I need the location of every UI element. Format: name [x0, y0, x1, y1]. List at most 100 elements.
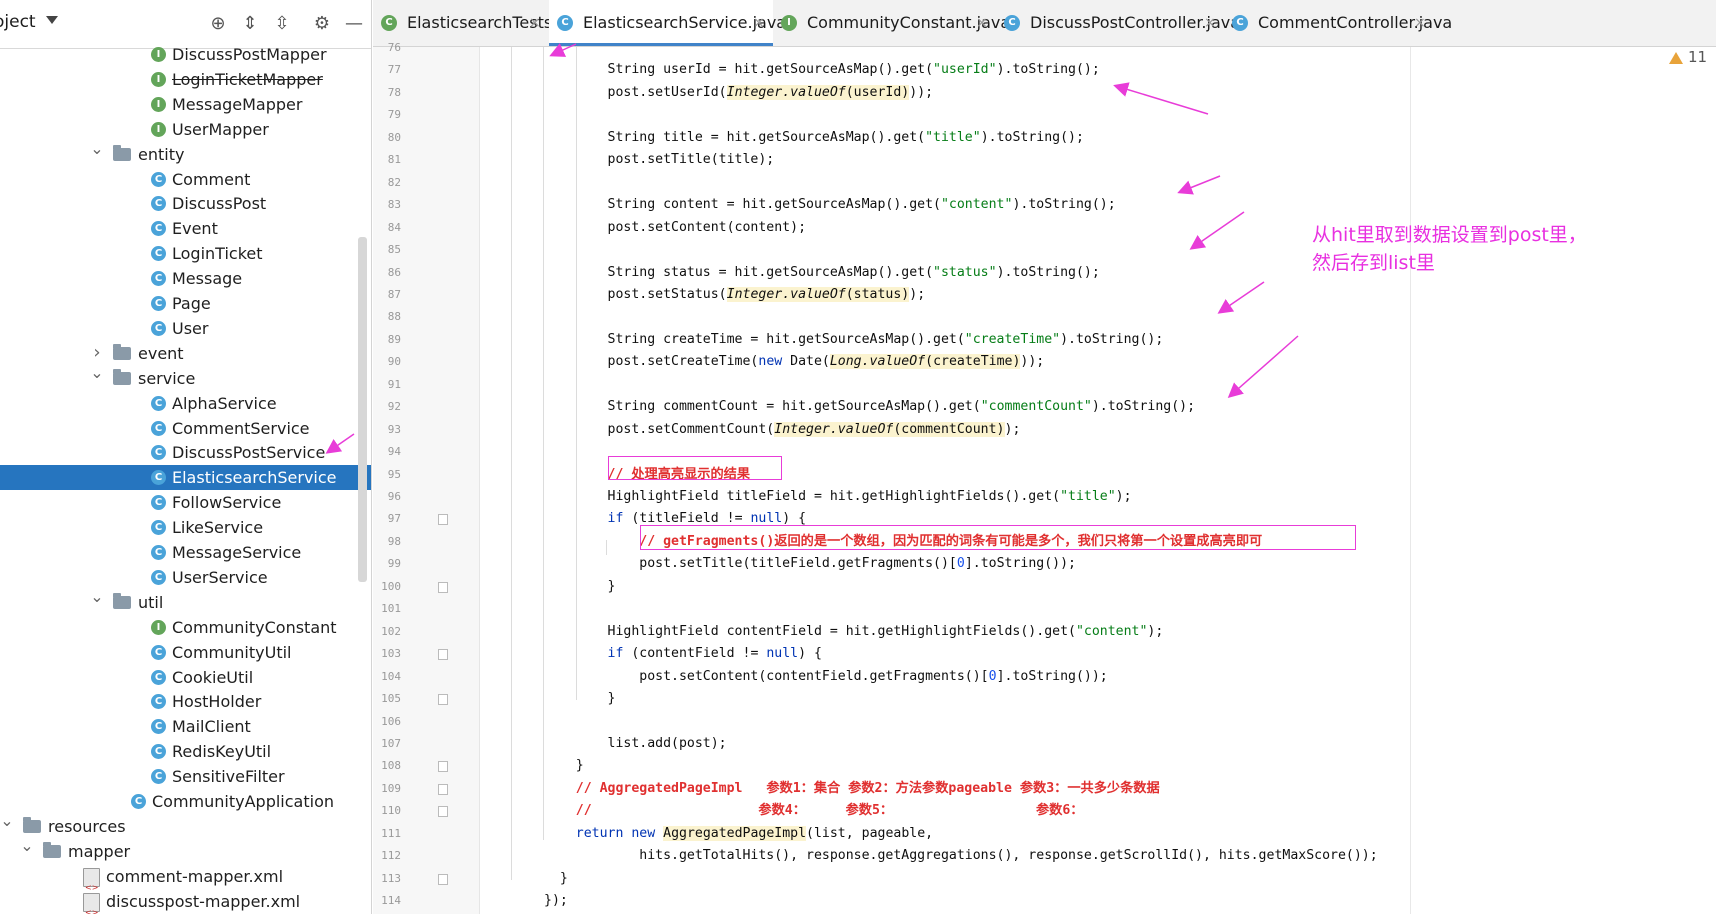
code-line[interactable]: post.setTitle(title);: [544, 149, 775, 171]
tree-item[interactable]: C CookieUtil: [0, 665, 371, 690]
close-icon[interactable]: ×: [1414, 0, 1426, 46]
chevron-down-icon[interactable]: [46, 16, 58, 24]
tree-item-label: comment-mapper.xml: [106, 866, 284, 886]
tree-item[interactable]: discusspost-mapper.xml: [0, 889, 371, 914]
chevron-down-icon[interactable]: ⌄: [0, 812, 14, 839]
tree-item[interactable]: C UserService: [0, 565, 371, 590]
tree-item[interactable]: I LoginTicketMapper: [0, 67, 371, 92]
code-line[interactable]: String createTime = hit.getSourceAsMap()…: [544, 329, 1164, 351]
tree-item[interactable]: C FollowService: [0, 490, 371, 515]
tree-item[interactable]: I CommunityConstant: [0, 615, 371, 640]
tree-item[interactable]: C LoginTicket: [0, 241, 371, 266]
code-line[interactable]: HighlightField contentField = hit.getHig…: [544, 621, 1164, 643]
tree-item[interactable]: C MessageService: [0, 540, 371, 565]
tree-item[interactable]: C CommunityApplication: [0, 789, 371, 814]
editor-tab[interactable]: C CommentController.java ×: [1224, 0, 1452, 46]
code-line[interactable]: return new AggregatedPageImpl(list, page…: [544, 823, 933, 845]
tree-item-label: LoginTicket: [172, 244, 263, 264]
tree-item[interactable]: C HostHolder: [0, 689, 371, 714]
fold-marker[interactable]: [438, 581, 448, 593]
code-line[interactable]: // 参数4： 参数5： 参数6：: [544, 800, 1084, 822]
tree-item[interactable]: C LikeService: [0, 515, 371, 540]
editor-tab[interactable]: C DiscussPostController.java ×: [996, 0, 1240, 46]
fold-marker[interactable]: [438, 649, 448, 661]
code-line[interactable]: }: [544, 868, 568, 890]
tree-item[interactable]: › event: [0, 341, 371, 366]
tree-item[interactable]: C User: [0, 316, 371, 341]
code-line[interactable]: }: [544, 688, 616, 710]
code-line[interactable]: post.setUserId(Integer.valueOf(userId)))…: [544, 82, 933, 104]
tree-item[interactable]: C Event: [0, 216, 371, 241]
tree-item[interactable]: C DiscussPostService: [0, 440, 371, 465]
fold-marker[interactable]: [438, 806, 448, 818]
code-line[interactable]: String userId = hit.getSourceAsMap().get…: [544, 59, 1100, 81]
chevron-down-icon[interactable]: ⌄: [90, 364, 104, 391]
tree-item[interactable]: C CommentService: [0, 416, 371, 441]
class-icon: C: [151, 395, 166, 411]
code-line[interactable]: post.setContent(content);: [544, 217, 807, 239]
close-icon[interactable]: ×: [1204, 0, 1216, 46]
tree-item[interactable]: comment-mapper.xml: [0, 864, 371, 900]
code-line[interactable]: }: [544, 755, 584, 777]
line-number: 110: [381, 804, 401, 818]
expand-all-icon[interactable]: ⇕: [238, 12, 262, 36]
code-line[interactable]: }: [544, 576, 616, 598]
tree-item[interactable]: C MailClient: [0, 714, 371, 739]
tree-item[interactable]: ⌄ mapper: [0, 837, 371, 864]
close-icon[interactable]: ×: [753, 0, 765, 46]
tree-item[interactable]: C DiscussPost: [0, 191, 371, 216]
chevron-down-icon[interactable]: ⌄: [90, 588, 104, 615]
editor-tab[interactable]: I CommunityConstant.java ×: [773, 0, 1010, 46]
code-line[interactable]: String title = hit.getSourceAsMap().get(…: [544, 127, 1084, 149]
fold-marker[interactable]: [438, 761, 448, 773]
code-line[interactable]: post.setCommentCount(Integer.valueOf(com…: [544, 419, 1020, 441]
code-line[interactable]: String status = hit.getSourceAsMap().get…: [544, 262, 1100, 284]
code-line[interactable]: });: [544, 890, 568, 912]
fold-marker[interactable]: [438, 783, 448, 795]
code-line[interactable]: post.setCreateTime(new Date(Long.valueOf…: [544, 351, 1044, 373]
close-icon[interactable]: ×: [529, 0, 541, 46]
tree-item[interactable]: C RedisKeyUtil: [0, 739, 371, 764]
tree-item[interactable]: I MessageMapper: [0, 92, 371, 117]
code-line[interactable]: post.setTitle(titleField.getFragments()[…: [544, 553, 1076, 575]
tree-item[interactable]: C Page: [0, 291, 371, 316]
tree-item[interactable]: I UserMapper: [0, 117, 371, 142]
tree-item[interactable]: ⌄ entity: [0, 140, 371, 167]
tree-item[interactable]: ⌄ service: [0, 364, 371, 391]
code-line[interactable]: String commentCount = hit.getSourceAsMap…: [544, 396, 1196, 418]
code-line[interactable]: String content = hit.getSourceAsMap().ge…: [544, 194, 1116, 216]
fold-marker[interactable]: [438, 514, 448, 526]
tree-scrollbar[interactable]: [358, 237, 367, 582]
minimize-icon[interactable]: —: [342, 12, 366, 36]
code-line[interactable]: post.setStatus(Integer.valueOf(status));: [544, 284, 925, 306]
project-panel-title[interactable]: oject: [0, 12, 36, 32]
tree-item[interactable]: ⌄ util: [0, 588, 371, 615]
tree-item[interactable]: C SensitiveFilter: [0, 764, 371, 789]
tree-item[interactable]: C CommunityUtil: [0, 640, 371, 665]
gear-icon[interactable]: ⚙: [310, 12, 334, 36]
fold-marker[interactable]: [438, 873, 448, 885]
code-line[interactable]: if (contentField != null) {: [544, 643, 822, 665]
code-line[interactable]: post.setContent(contentField.getFragment…: [544, 666, 1107, 688]
tree-item[interactable]: C Comment: [0, 167, 371, 192]
fold-marker[interactable]: [438, 694, 448, 706]
tree-item[interactable]: I DiscussPostMapper: [0, 42, 371, 67]
tree-item[interactable]: ⌄ resources: [0, 812, 371, 839]
editor-tab[interactable]: C ElasticsearchTests.java ×: [373, 0, 591, 46]
collapse-all-icon[interactable]: ⇳: [270, 12, 294, 36]
warning-icon[interactable]: [1669, 52, 1683, 64]
tree-item[interactable]: C Message: [0, 266, 371, 291]
locate-icon[interactable]: ⊕: [206, 12, 230, 36]
code-editor[interactable]: String userId = hit.getSourceAsMap().get…: [480, 47, 1716, 914]
tree-item[interactable]: C AlphaService: [0, 391, 371, 416]
code-line[interactable]: HighlightField titleField = hit.getHighl…: [544, 486, 1132, 508]
code-line[interactable]: hits.getTotalHits(), response.getAggrega…: [544, 845, 1377, 867]
code-line[interactable]: list.add(post);: [544, 733, 727, 755]
tree-item[interactable]: C ElasticsearchService: [0, 465, 371, 491]
warning-count[interactable]: 11: [1688, 48, 1707, 66]
chevron-down-icon[interactable]: ⌄: [20, 837, 34, 864]
code-line[interactable]: // AggregatedPageImpl 参数1：集合 参数2：方法参数pag…: [544, 778, 1160, 800]
chevron-down-icon[interactable]: ⌄: [90, 140, 104, 167]
close-icon[interactable]: ×: [976, 0, 988, 46]
editor-tab[interactable]: C ElasticsearchService.java ×: [549, 0, 786, 46]
